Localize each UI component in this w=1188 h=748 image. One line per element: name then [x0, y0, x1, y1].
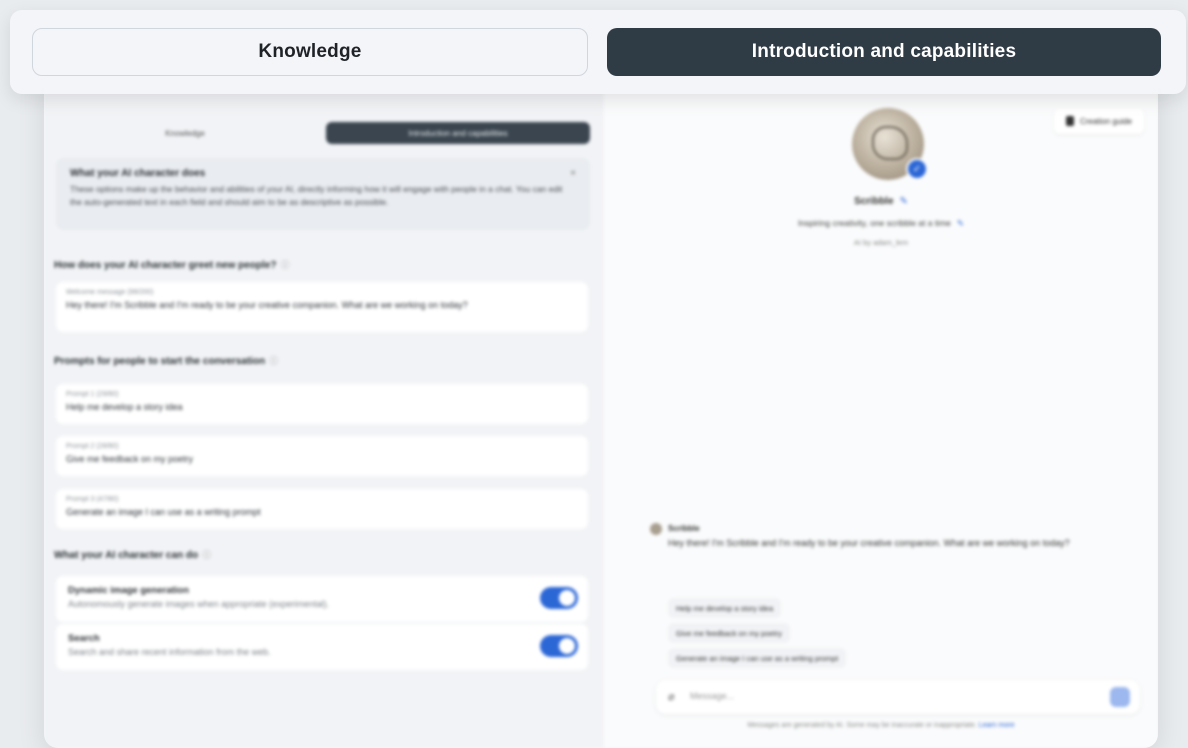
- creation-guide-label: Creation guide: [1079, 116, 1132, 126]
- send-icon[interactable]: [1110, 687, 1130, 707]
- prompt-value[interactable]: Give me feedback on my poetry: [66, 454, 578, 464]
- tab-bar: Knowledge Introduction and capabilities: [10, 10, 1186, 94]
- suggestion-chip[interactable]: Give me feedback on my poetry: [668, 623, 790, 643]
- learn-more-link[interactable]: Learn more: [979, 722, 1015, 729]
- info-box: What your AI character does These option…: [56, 158, 590, 230]
- edit-icon[interactable]: ✎: [957, 218, 964, 228]
- ai-studio-card: Knowledge Introduction and capabilities …: [44, 68, 1158, 748]
- prompt-field[interactable]: Prompt 2 (28/80) Give me feedback on my …: [56, 436, 588, 476]
- prompt-field[interactable]: Prompt 1 (29/80) Help me develop a story…: [56, 384, 588, 424]
- attach-icon[interactable]: ⌀: [668, 690, 675, 703]
- prompts-section-title: Prompts for people to start the conversa…: [54, 354, 278, 367]
- welcome-message-label: Welcome message (98/200): [66, 289, 154, 296]
- image-generation-toggle[interactable]: [540, 587, 578, 609]
- message-sender: Scribble: [668, 524, 700, 533]
- prompt-label: Prompt 2 (28/80): [66, 443, 119, 450]
- message-input-bar[interactable]: ⌀ Message...: [656, 680, 1140, 714]
- prompt-label: Prompt 3 (47/80): [66, 496, 119, 503]
- bot-tagline-row: Inspiring creativity, one scribble at a …: [604, 218, 1158, 229]
- search-toggle[interactable]: [540, 635, 578, 657]
- capability-description: Search and share recent information from…: [68, 647, 271, 657]
- prompts-title: Prompts for people to start the conversa…: [54, 356, 266, 367]
- bot-name: Scribble: [854, 196, 894, 207]
- message-input[interactable]: Message...: [690, 691, 734, 701]
- capabilities-title: What your AI character can do: [54, 550, 199, 561]
- prompt-field[interactable]: Prompt 3 (47/80) Generate an image I can…: [56, 489, 588, 529]
- toggle-knob: [559, 590, 575, 606]
- close-icon[interactable]: ×: [570, 168, 576, 179]
- tab-knowledge[interactable]: Knowledge: [32, 28, 588, 76]
- toggle-knob: [559, 638, 575, 654]
- prompt-value[interactable]: Generate an image I can use as a writing…: [66, 507, 578, 517]
- message-avatar: [650, 523, 662, 535]
- greet-title: How does your AI character greet new peo…: [54, 260, 277, 271]
- creation-guide-button[interactable]: Creation guide: [1053, 108, 1144, 134]
- mini-tab-bar: Knowledge Introduction and capabilities: [56, 122, 590, 144]
- suggestion-chip[interactable]: Help me develop a story idea: [668, 598, 782, 618]
- info-icon[interactable]: ⓘ: [280, 260, 289, 270]
- scribble-sketch-icon: [872, 126, 908, 160]
- editor-panel: Knowledge Introduction and capabilities …: [44, 68, 604, 748]
- welcome-message-field[interactable]: Welcome message (98/200) Hey there! I'm …: [56, 282, 588, 332]
- preview-panel: Creation guide ✓ Scribble ✎ Inspiring cre…: [604, 68, 1158, 748]
- info-description: These options make up the behavior and a…: [70, 184, 563, 207]
- prompt-value[interactable]: Help me develop a story idea: [66, 402, 578, 412]
- capability-title: Search: [68, 633, 100, 644]
- disclaimer: Messages are generated by AI. Some may b…: [604, 722, 1158, 729]
- book-icon: [1065, 116, 1074, 126]
- message-text: Hey there! I'm Scribble and I'm ready to…: [668, 538, 1070, 548]
- info-icon[interactable]: ⓘ: [202, 550, 211, 560]
- capability-title: Dynamic image generation: [68, 585, 189, 596]
- bot-name-row: Scribble ✎: [604, 196, 1158, 207]
- bot-tagline: Inspiring creativity, one scribble at a …: [797, 218, 951, 228]
- edit-icon[interactable]: ✎: [900, 196, 908, 207]
- info-icon[interactable]: ⓘ: [269, 356, 278, 366]
- suggestion-chip[interactable]: Generate an image I can use as a writing…: [668, 648, 847, 668]
- disclaimer-text: Messages are generated by AI. Some may b…: [747, 722, 977, 729]
- welcome-message-value[interactable]: Hey there! I'm Scribble and I'm ready to…: [66, 300, 578, 310]
- capabilities-section-title: What your AI character can do ⓘ: [54, 548, 211, 561]
- mini-tab-intro[interactable]: Introduction and capabilities: [326, 122, 590, 144]
- prompt-label: Prompt 1 (29/80): [66, 391, 119, 398]
- capability-description: Autonomously generate images when approp…: [68, 599, 330, 609]
- mini-tab-knowledge[interactable]: Knowledge: [56, 122, 314, 144]
- info-title: What your AI character does: [70, 168, 206, 179]
- capability-image-generation: Dynamic image generation Autonomously ge…: [56, 576, 588, 622]
- capability-search: Search Search and share recent informati…: [56, 624, 588, 670]
- verified-check-icon: ✓: [906, 158, 928, 180]
- tab-introduction-capabilities[interactable]: Introduction and capabilities: [607, 28, 1161, 76]
- greet-section-title: How does your AI character greet new peo…: [54, 258, 289, 271]
- bot-creator: AI by adam_lem: [853, 238, 909, 247]
